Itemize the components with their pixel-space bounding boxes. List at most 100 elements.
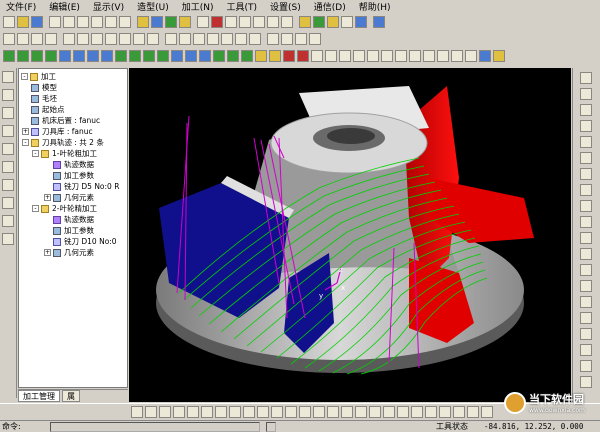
array-icon[interactable] bbox=[249, 33, 261, 45]
trim-icon[interactable] bbox=[193, 33, 205, 45]
tab-machining-manager[interactable]: 加工管理 bbox=[18, 390, 60, 402]
offset-icon[interactable] bbox=[221, 33, 233, 45]
hatch-icon[interactable] bbox=[425, 406, 437, 418]
edit-pen-icon[interactable] bbox=[2, 107, 14, 119]
menu-settings[interactable]: 设置(S) bbox=[270, 0, 301, 13]
parallel-mill-icon[interactable] bbox=[73, 50, 85, 62]
paste-icon[interactable] bbox=[91, 16, 103, 28]
tree-start-point[interactable]: 起始点 bbox=[31, 104, 65, 115]
scallop-icon[interactable] bbox=[129, 50, 141, 62]
tab-properties[interactable]: 属 bbox=[62, 390, 80, 402]
pen-icon[interactable] bbox=[373, 16, 385, 28]
expand-icon[interactable]: + bbox=[44, 194, 51, 201]
chamfer-curve-icon[interactable] bbox=[257, 406, 269, 418]
print-icon[interactable] bbox=[49, 16, 61, 28]
shade-icon[interactable] bbox=[299, 16, 311, 28]
render-icon[interactable] bbox=[313, 16, 325, 28]
expand-icon[interactable]: + bbox=[44, 249, 51, 256]
sun-icon[interactable] bbox=[137, 16, 149, 28]
array-curve-icon[interactable] bbox=[369, 406, 381, 418]
layer-right-icon[interactable] bbox=[580, 360, 592, 372]
finish-mill-icon[interactable] bbox=[59, 50, 71, 62]
solid-icon[interactable] bbox=[179, 33, 191, 45]
material-icon[interactable] bbox=[327, 16, 339, 28]
text-icon[interactable] bbox=[147, 33, 159, 45]
rectangle-icon[interactable] bbox=[105, 33, 117, 45]
corner-clean-icon[interactable] bbox=[157, 50, 169, 62]
function-icon[interactable] bbox=[580, 200, 592, 212]
tree-model[interactable]: 模型 bbox=[31, 82, 57, 93]
menu-communication[interactable]: 通信(D) bbox=[314, 0, 346, 13]
impeller-rough-icon[interactable] bbox=[185, 50, 197, 62]
redraw-icon[interactable] bbox=[211, 16, 223, 28]
help-icon[interactable] bbox=[151, 16, 163, 28]
circle-icon[interactable] bbox=[91, 33, 103, 45]
dimension-icon[interactable] bbox=[281, 33, 293, 45]
text-draw-icon[interactable] bbox=[439, 406, 451, 418]
view-icon[interactable] bbox=[355, 16, 367, 28]
save-icon[interactable] bbox=[31, 16, 43, 28]
report-icon[interactable] bbox=[465, 50, 477, 62]
pointer-icon[interactable] bbox=[2, 71, 14, 83]
tree-op1[interactable]: -1-叶轮粗加工 bbox=[32, 148, 97, 159]
spline-draw-icon[interactable] bbox=[201, 406, 213, 418]
arc-draw-icon[interactable] bbox=[159, 406, 171, 418]
expand-icon[interactable]: + bbox=[22, 128, 29, 135]
view-back-icon[interactable] bbox=[580, 152, 592, 164]
curve-mill-icon[interactable] bbox=[227, 50, 239, 62]
filter-icon[interactable] bbox=[165, 16, 177, 28]
radial-mill-icon[interactable] bbox=[87, 50, 99, 62]
grid-snap-icon[interactable] bbox=[580, 232, 592, 244]
mirror-icon[interactable] bbox=[235, 33, 247, 45]
fillet-icon[interactable] bbox=[2, 143, 14, 155]
break-curve-icon[interactable] bbox=[285, 406, 297, 418]
tree-op1-params[interactable]: 加工参数 bbox=[53, 170, 94, 181]
ellipse-draw-icon[interactable] bbox=[187, 406, 199, 418]
edit-path-icon[interactable] bbox=[381, 50, 393, 62]
translate-curve-icon[interactable] bbox=[397, 406, 409, 418]
transform-icon[interactable] bbox=[2, 125, 14, 137]
tree-blank[interactable]: 毛坯 bbox=[31, 93, 57, 104]
menu-tools[interactable]: 工具(T) bbox=[227, 0, 258, 13]
point-icon[interactable] bbox=[17, 33, 29, 45]
mirror-curve-icon[interactable] bbox=[355, 406, 367, 418]
surface-mill-icon[interactable] bbox=[241, 50, 253, 62]
fillet-curve-icon[interactable] bbox=[243, 406, 255, 418]
view-side-icon[interactable] bbox=[580, 104, 592, 116]
snap-icon[interactable] bbox=[580, 216, 592, 228]
scale-curve-icon[interactable] bbox=[411, 406, 423, 418]
blank-define-icon[interactable] bbox=[353, 50, 365, 62]
tree-op2-path[interactable]: 轨迹数据 bbox=[53, 214, 94, 225]
measure-curve-icon[interactable] bbox=[467, 406, 479, 418]
extend-icon[interactable] bbox=[207, 33, 219, 45]
grid-icon[interactable] bbox=[197, 16, 209, 28]
tree-tool-library[interactable]: + 刀具库 : fanuc bbox=[22, 126, 93, 137]
wireframe-icon[interactable] bbox=[341, 16, 353, 28]
copy-icon[interactable] bbox=[77, 16, 89, 28]
properties-icon[interactable] bbox=[309, 33, 321, 45]
shell-icon[interactable] bbox=[2, 179, 14, 191]
line-icon[interactable] bbox=[31, 33, 43, 45]
tree-op1-geom[interactable]: + 几何元素 bbox=[44, 192, 94, 203]
tree-post-processor[interactable]: 机床后置 : fanuc bbox=[31, 115, 100, 126]
start-point-icon[interactable] bbox=[367, 50, 379, 62]
list-icon[interactable] bbox=[451, 50, 463, 62]
waterline-icon[interactable] bbox=[115, 50, 127, 62]
new-file-icon[interactable] bbox=[3, 16, 15, 28]
layer-manager-icon[interactable] bbox=[295, 33, 307, 45]
thread-icon[interactable] bbox=[269, 50, 281, 62]
layer-icon[interactable] bbox=[179, 16, 191, 28]
tree-op2-geom[interactable]: + 几何元素 bbox=[44, 247, 94, 258]
query-icon[interactable] bbox=[481, 406, 493, 418]
line-draw-icon[interactable] bbox=[145, 406, 157, 418]
menu-view[interactable]: 显示(V) bbox=[93, 0, 124, 13]
curve-icon[interactable] bbox=[63, 33, 75, 45]
gcode-icon[interactable] bbox=[325, 50, 337, 62]
redo-icon[interactable] bbox=[119, 16, 131, 28]
verify-icon[interactable] bbox=[297, 50, 309, 62]
arc-icon[interactable] bbox=[45, 33, 57, 45]
collapse-icon[interactable]: - bbox=[32, 150, 39, 157]
delete-icon[interactable] bbox=[580, 344, 592, 356]
tree-root[interactable]: - 加工 bbox=[21, 71, 56, 82]
drill-icon[interactable] bbox=[45, 50, 57, 62]
